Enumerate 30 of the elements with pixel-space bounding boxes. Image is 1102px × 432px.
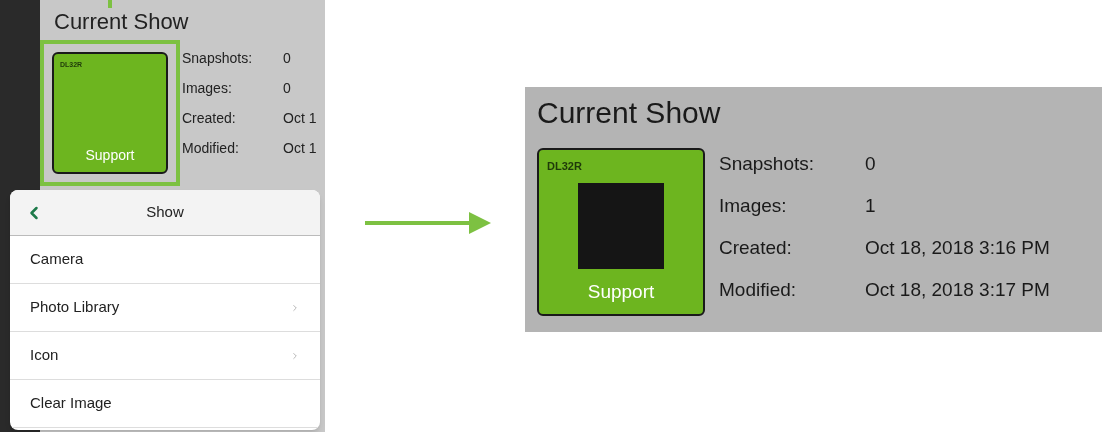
menu-item[interactable]: Camera [10,236,320,284]
section-title: Current Show [537,95,722,131]
tile-label: Support [85,146,135,165]
info-label: Created: [182,109,237,128]
menu-item[interactable]: Photo Library [10,284,320,332]
menu-item[interactable]: Clear Image [10,380,320,428]
info-value: Oct 1 [283,139,317,158]
info-value: 0 [865,152,876,176]
model-label: DL32R [547,159,582,174]
info-value: 0 [283,49,291,68]
chevron-icon [290,302,300,313]
tile-label: Support [587,279,655,304]
info-value: 1 [865,194,876,218]
info-label: Images: [719,194,788,218]
popover-title: Show [146,202,184,223]
info-label: Images: [182,79,233,98]
info-value: Oct 1 [283,109,317,128]
section-title: Current Show [54,8,189,36]
chevron-icon [290,350,300,361]
show-tile[interactable]: DL32R Support [537,148,705,316]
info-value: Oct 18, 2018 3:17 PM [865,278,1050,302]
info-label: Snapshots: [182,49,254,68]
info-label: Modified: [182,139,240,158]
info-label: Created: [719,236,793,260]
info-label: Modified: [719,278,798,302]
info-value: 0 [283,79,291,98]
info-label: Snapshots: [719,152,816,176]
menu-item[interactable]: Icon [10,332,320,380]
arrow-icon [365,212,491,234]
info-value: Oct 18, 2018 3:16 PM [865,236,1050,260]
